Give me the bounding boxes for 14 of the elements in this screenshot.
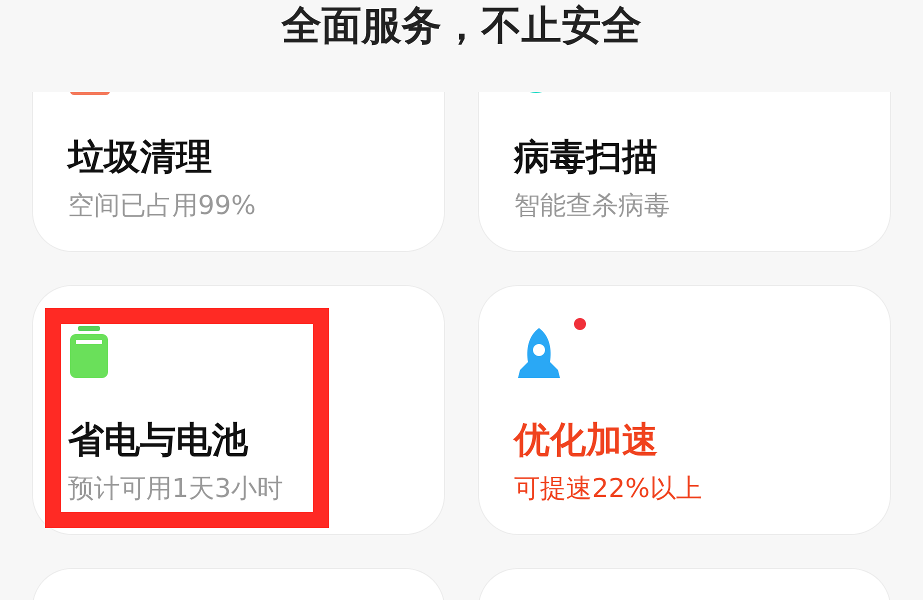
feature-card[interactable]: 优化加速 可提速22%以上 [478,285,891,535]
battery-icon [68,326,110,378]
feature-card[interactable]: 垃圾清理 空间已占用99% [32,92,445,252]
feature-card[interactable]: 省电与电池 预计可用1天3小时 [32,285,445,535]
card-subtitle: 预计可用1天3小时 [68,473,284,506]
card-title: 垃圾清理 [68,136,212,180]
card-title: 省电与电池 [68,419,248,463]
card-subtitle: 可提速22%以上 [514,473,702,506]
feature-card[interactable]: 病毒扫描 智能查杀病毒 [478,92,891,252]
card-title: 病毒扫描 [514,136,658,180]
card-title: 优化加速 [514,419,658,463]
section-title: 全面服务，不止安全 [282,2,642,50]
card-subtitle: 空间已占用99% [68,190,256,223]
card-subtitle: 智能查杀病毒 [514,190,670,223]
